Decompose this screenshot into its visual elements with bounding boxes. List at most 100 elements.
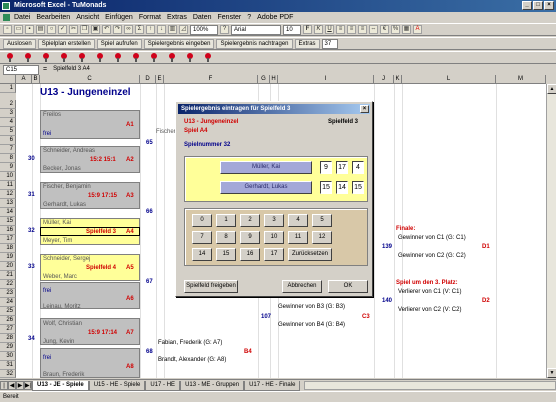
menu-insert[interactable]: Einfügen xyxy=(105,12,133,23)
column-header-j[interactable]: J xyxy=(374,75,394,84)
marker-pin-icon[interactable] xyxy=(150,53,158,62)
scroll-down-icon[interactable]: ▼ xyxy=(547,368,556,378)
row-header[interactable]: 17 xyxy=(0,235,16,244)
ok-button[interactable]: OK xyxy=(328,280,368,293)
row-header[interactable]: 32 xyxy=(0,370,16,378)
next-tab-icon[interactable]: ▶ xyxy=(16,381,24,390)
sort-desc-icon[interactable]: ↓ xyxy=(157,25,166,34)
row-header[interactable]: 10 xyxy=(0,172,16,181)
merge-icon[interactable]: ⇔ xyxy=(369,25,378,34)
undo-icon[interactable]: ↶ xyxy=(102,25,111,34)
marker-pin-icon[interactable] xyxy=(168,53,176,62)
key-10[interactable]: 10 xyxy=(264,231,284,244)
marker-pin-icon[interactable] xyxy=(24,53,32,62)
key-1[interactable]: 1 xyxy=(216,214,236,227)
hyperlink-icon[interactable]: ∞ xyxy=(124,25,133,34)
column-header-m[interactable]: M xyxy=(496,75,546,84)
font-size-select[interactable]: 10 xyxy=(283,24,301,35)
drawing-icon[interactable]: ◿ xyxy=(179,25,188,34)
prev-tab-icon[interactable]: ◀ xyxy=(8,381,16,390)
align-center-icon[interactable]: ≡ xyxy=(347,25,356,34)
key-3[interactable]: 3 xyxy=(264,214,284,227)
column-header-g[interactable]: G xyxy=(258,75,270,84)
create-schedule-button[interactable]: Spielplan erstellen xyxy=(37,38,95,49)
column-header-a[interactable]: A xyxy=(16,75,32,84)
formula-input[interactable]: Spielfeld 3 A4 xyxy=(51,65,521,75)
menu-tools[interactable]: Extras xyxy=(167,12,187,23)
marker-pin-icon[interactable] xyxy=(78,53,86,62)
row-header[interactable]: 16 xyxy=(0,226,16,235)
marker-pin-icon[interactable] xyxy=(186,53,194,62)
key-7[interactable]: 7 xyxy=(192,231,212,244)
row-header[interactable]: 1 xyxy=(0,84,16,93)
last-tab-icon[interactable]: ▶| xyxy=(24,381,32,390)
scroll-up-icon[interactable]: ▲ xyxy=(547,84,556,94)
underline-icon[interactable]: U xyxy=(325,25,334,34)
new-icon[interactable]: ▫ xyxy=(3,25,12,34)
close-button[interactable]: × xyxy=(544,1,554,10)
row-header[interactable]: 19 xyxy=(0,253,16,262)
horizontal-scrollbar[interactable] xyxy=(304,381,556,390)
key-9[interactable]: 9 xyxy=(240,231,260,244)
column-header-l[interactable]: L xyxy=(402,75,496,84)
row-header[interactable]: 24 xyxy=(0,298,16,307)
menu-adobe-pdf[interactable]: Adobe PDF xyxy=(257,12,293,23)
release-court-button[interactable]: Spielfeld freigeben xyxy=(184,280,238,293)
row-header[interactable]: 28 xyxy=(0,334,16,343)
key-0[interactable]: 0 xyxy=(192,214,212,227)
copy-icon[interactable]: ❐ xyxy=(80,25,89,34)
sheet-tab[interactable]: U17 - HE xyxy=(145,380,181,391)
marker-pin-icon[interactable] xyxy=(114,53,122,62)
sheet-tab[interactable]: U13 - JE - Spiele xyxy=(32,380,89,391)
column-header-b[interactable]: B xyxy=(32,75,40,84)
row-header[interactable]: 14 xyxy=(0,208,16,217)
print-icon[interactable]: ▤ xyxy=(36,25,45,34)
row-header[interactable]: 18 xyxy=(0,244,16,253)
cancel-button[interactable]: Abbrechen xyxy=(282,280,322,293)
row-header[interactable]: 27 xyxy=(0,325,16,334)
borders-icon[interactable]: ▦ xyxy=(402,25,411,34)
row-header[interactable]: 8 xyxy=(0,154,16,163)
row-header[interactable]: 2 xyxy=(0,100,16,109)
column-header-d[interactable]: D xyxy=(140,75,156,84)
open-icon[interactable]: ▭ xyxy=(14,25,23,34)
key-16[interactable]: 16 xyxy=(240,248,260,261)
menu-edit[interactable]: Bearbeiten xyxy=(36,12,70,23)
row-header[interactable]: 25 xyxy=(0,307,16,316)
zoom-select[interactable]: 100% xyxy=(190,24,218,35)
key-15[interactable]: 15 xyxy=(216,248,236,261)
align-right-icon[interactable]: ≡ xyxy=(358,25,367,34)
minimize-button[interactable]: _ xyxy=(522,1,532,10)
maximize-button[interactable]: □ xyxy=(533,1,543,10)
first-tab-icon[interactable]: |◀ xyxy=(0,381,8,397)
key-11[interactable]: 11 xyxy=(288,231,308,244)
name-box[interactable]: C15 xyxy=(3,64,39,75)
key-12[interactable]: 12 xyxy=(312,231,332,244)
row-header[interactable]: 12 xyxy=(0,190,16,199)
row-header[interactable]: 13 xyxy=(0,199,16,208)
redo-icon[interactable]: ↷ xyxy=(113,25,122,34)
marker-pin-icon[interactable] xyxy=(204,53,212,62)
marker-pin-icon[interactable] xyxy=(132,53,140,62)
player2-button[interactable]: Gerhardt, Lukas xyxy=(220,181,312,194)
key-5[interactable]: 5 xyxy=(312,214,332,227)
sheet-tab[interactable]: U17 - HE - Finale xyxy=(244,380,301,391)
italic-icon[interactable]: K xyxy=(314,25,323,34)
p2-set3-score[interactable]: 15 xyxy=(352,181,364,194)
help-icon[interactable]: ? xyxy=(220,25,229,34)
bold-icon[interactable]: F xyxy=(303,25,312,34)
counter-field[interactable]: 37 xyxy=(321,38,338,49)
call-match-button[interactable]: Spiel aufrufen xyxy=(96,38,142,49)
p2-set1-score[interactable]: 15 xyxy=(320,181,332,194)
row-header[interactable]: 3 xyxy=(0,109,16,118)
sort-asc-icon[interactable]: ↑ xyxy=(146,25,155,34)
align-left-icon[interactable]: ≡ xyxy=(336,25,345,34)
dialog-close-button[interactable]: × xyxy=(360,105,369,113)
cut-icon[interactable]: ✂ xyxy=(69,25,78,34)
reset-button[interactable]: Zurücksetzen xyxy=(288,248,332,261)
key-8[interactable]: 8 xyxy=(216,231,236,244)
column-header-f[interactable]: F xyxy=(164,75,258,84)
save-icon[interactable]: ▪ xyxy=(25,25,34,34)
row-header[interactable]: 22 xyxy=(0,280,16,289)
row-header[interactable]: 7 xyxy=(0,145,16,154)
